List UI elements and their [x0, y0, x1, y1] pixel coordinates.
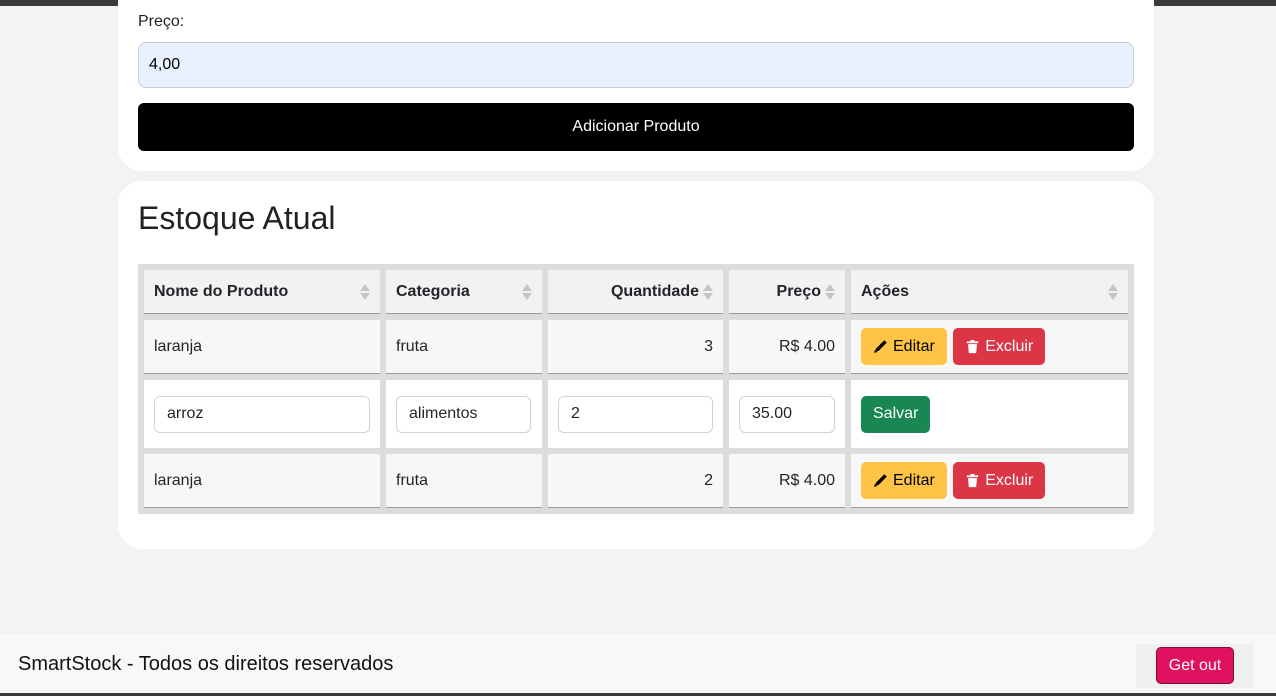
column-header-name[interactable]: Nome do Produto [144, 270, 380, 314]
delete-button[interactable]: Excluir [953, 462, 1046, 499]
column-header-quantity[interactable]: Quantidade [548, 270, 723, 314]
cell-price [729, 380, 845, 448]
quantity-edit-input[interactable] [558, 395, 713, 433]
edit-button[interactable]: Editar [861, 462, 947, 499]
cell-actions: Salvar [851, 380, 1128, 448]
delete-button[interactable]: Excluir [953, 328, 1046, 365]
stock-table: Nome do Produto Categoria Quantidade Pre… [138, 264, 1134, 514]
add-product-button[interactable]: Adicionar Produto [138, 103, 1134, 151]
table-row: laranja fruta 2 R$ 4.00 Editar Excluir [144, 454, 1128, 508]
table-header-row: Nome do Produto Categoria Quantidade Pre… [144, 270, 1128, 314]
cell-name: laranja [144, 454, 380, 508]
sort-icon[interactable] [1108, 284, 1118, 300]
sort-icon[interactable] [360, 284, 370, 300]
cell-price: R$ 4.00 [729, 320, 845, 374]
cell-category: fruta [386, 320, 542, 374]
sort-icon[interactable] [522, 284, 532, 300]
cell-quantity: 3 [548, 320, 723, 374]
cell-quantity [548, 380, 723, 448]
cell-name: laranja [144, 320, 380, 374]
cell-category [386, 380, 542, 448]
footer: SmartStock - Todos os direitos reservado… [0, 633, 1276, 696]
sort-icon[interactable] [703, 284, 713, 300]
price-input[interactable] [138, 42, 1134, 88]
cell-quantity: 2 [548, 454, 723, 508]
save-button[interactable]: Salvar [861, 395, 931, 433]
price-edit-input[interactable] [739, 395, 835, 433]
footer-copyright: SmartStock - Todos os direitos reservado… [18, 653, 394, 675]
table-row-editing: Salvar [144, 380, 1128, 448]
cell-actions: Editar Excluir [851, 454, 1128, 508]
cell-name [144, 380, 380, 448]
stock-title: Estoque Atual [138, 200, 336, 236]
cell-price: R$ 4.00 [729, 454, 845, 508]
pencil-icon [874, 474, 887, 487]
column-header-price[interactable]: Preço [729, 270, 845, 314]
edit-button[interactable]: Editar [861, 328, 947, 365]
pencil-icon [874, 340, 887, 353]
column-header-category[interactable]: Categoria [386, 270, 542, 314]
name-edit-input[interactable] [154, 395, 370, 433]
trash-icon [967, 473, 979, 488]
table-row: laranja fruta 3 R$ 4.00 Editar Excluir [144, 320, 1128, 374]
cell-category: fruta [386, 454, 542, 508]
sort-icon[interactable] [825, 284, 835, 300]
category-edit-input[interactable] [396, 395, 531, 433]
cell-actions: Editar Excluir [851, 320, 1128, 374]
logout-container: Get out [1136, 644, 1254, 688]
trash-icon [967, 339, 979, 354]
price-label: Preço: [138, 13, 185, 30]
column-header-actions[interactable]: Ações [851, 270, 1128, 314]
logout-button[interactable]: Get out [1156, 647, 1234, 684]
